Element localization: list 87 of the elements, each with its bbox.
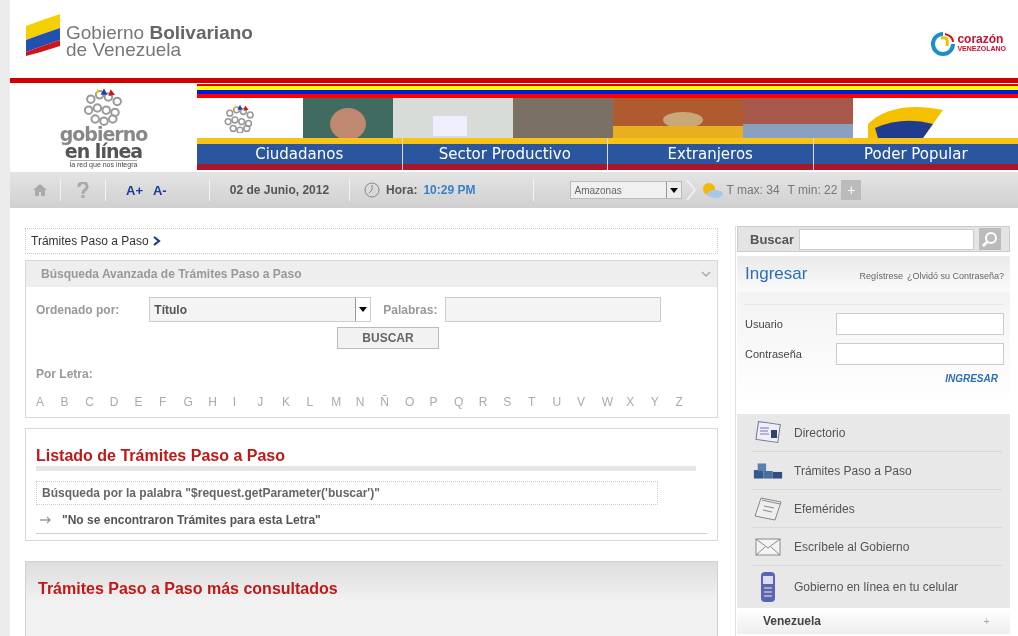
letter-link[interactable]: R — [478, 395, 504, 409]
section-title: Listado de Trámites Paso a Paso — [36, 447, 696, 471]
font-decrease-button[interactable]: A- — [151, 182, 169, 198]
letter-link[interactable]: E — [134, 395, 159, 409]
clock-icon — [364, 182, 381, 198]
letter-link[interactable]: D — [109, 395, 135, 409]
time-label: Hora: — [386, 183, 418, 197]
letter-link[interactable]: H — [208, 395, 233, 409]
menu-item[interactable]: Escríbele al Gobierno — [752, 528, 1002, 566]
letter-label: Por Letra: — [36, 367, 93, 381]
max-temperature: T max: 34 — [726, 183, 780, 197]
search-icon[interactable] — [979, 228, 1002, 250]
letter-link[interactable]: Ñ — [380, 395, 405, 409]
letter-link[interactable]: B — [60, 395, 86, 409]
letter-link[interactable]: I — [232, 395, 258, 409]
order-dropdown[interactable]: Título — [149, 297, 372, 322]
letter-link[interactable]: C — [85, 395, 110, 409]
letter-link[interactable]: F — [158, 395, 184, 409]
weather-icon — [700, 181, 725, 199]
arrow-icon — [40, 516, 52, 524]
letter-link[interactable]: V — [577, 395, 602, 409]
help-icon[interactable] — [77, 182, 89, 198]
letter-link[interactable]: G — [183, 395, 209, 409]
font-increase-button[interactable]: A+ — [124, 182, 145, 198]
partner-name: corazón — [957, 34, 1005, 44]
current-time: 10:29 PM — [423, 183, 476, 197]
nav-tab[interactable]: Sector Productivo — [402, 138, 608, 170]
menu-item[interactable]: Gobierno en línea en tu celular — [752, 566, 1002, 608]
nav-tab[interactable]: Ciudadanos — [197, 138, 403, 170]
expand-button[interactable]: + — [841, 180, 862, 200]
panel-title: Búsqueda Avanzada de Trámites Paso a Paso — [41, 267, 302, 281]
current-date: 02 de Junio, 2012 — [229, 183, 330, 197]
envelope-icon — [755, 537, 781, 556]
register-link[interactable]: Regístrese — [859, 271, 903, 281]
nav-tab[interactable]: Extranjeros — [608, 138, 814, 170]
login-title: Ingresar — [745, 264, 808, 284]
result-message: "No se encontraron Trámites para esta Letra" — [62, 513, 321, 527]
section-title: Trámites Paso a Paso más consultados — [38, 580, 338, 597]
words-field[interactable] — [445, 297, 662, 322]
order-label: Ordenado por: — [36, 302, 120, 317]
words-label: Palabras: — [383, 302, 438, 317]
home-icon[interactable] — [32, 183, 48, 197]
letter-link[interactable]: Q — [454, 395, 479, 409]
letter-link[interactable]: A — [36, 395, 61, 409]
government-brand: Gobierno Bolivariano de Venezuela — [66, 24, 253, 58]
chevron-down-icon[interactable] — [701, 270, 711, 278]
letter-link[interactable]: O — [404, 395, 430, 409]
breadcrumb[interactable]: Trámites Paso a Paso — [31, 234, 149, 248]
state-dropdown[interactable]: Amazonas — [570, 181, 683, 199]
search-button[interactable]: BUSCAR — [337, 327, 439, 349]
portal-logo-text: gobierno — [59, 125, 148, 143]
forgot-password-link[interactable]: ¿Olvidó su Contraseña? — [906, 271, 1004, 281]
caret-icon — [670, 187, 679, 193]
username-field[interactable] — [836, 313, 1004, 335]
letter-link[interactable]: X — [626, 395, 651, 409]
letter-link[interactable]: N — [355, 395, 381, 409]
cellphone-icon — [760, 571, 776, 603]
menu-item[interactable]: Efemérides — [752, 490, 1002, 528]
menu-item[interactable]: Trámites Paso a Paso — [752, 452, 1002, 490]
letter-link[interactable]: Y — [650, 395, 676, 409]
chevron-icon — [686, 179, 697, 201]
min-temperature: T min: 22 — [787, 183, 838, 197]
nav-tab[interactable]: Poder Popular — [813, 138, 1018, 170]
letter-link[interactable]: S — [503, 395, 528, 409]
letter-link[interactable]: L — [306, 395, 332, 409]
notepad-icon — [753, 495, 783, 522]
letter-link[interactable]: Z — [675, 395, 701, 409]
letter-link[interactable]: U — [552, 395, 578, 409]
letter-link[interactable]: J — [257, 395, 282, 409]
stacked-boxes-icon — [752, 460, 784, 481]
letter-link[interactable]: W — [601, 395, 627, 409]
flag-logo-icon — [24, 12, 62, 56]
search-label: Buscar — [750, 231, 795, 247]
password-field[interactable] — [836, 343, 1004, 365]
letter-link[interactable]: K — [281, 395, 307, 409]
letter-link[interactable]: P — [429, 395, 455, 409]
menu-item[interactable]: Directorio — [752, 414, 1002, 452]
username-label: Usuario — [745, 318, 783, 330]
card-icon — [755, 420, 781, 445]
search-query: Búsqueda por la palabra "$request.getParameter('buscar')" — [36, 481, 658, 505]
password-label: Contraseña — [745, 348, 802, 360]
letter-link[interactable]: T — [527, 395, 553, 409]
caret-icon — [359, 307, 368, 312]
letter-link[interactable]: M — [331, 395, 356, 409]
chevron-icon — [152, 236, 161, 246]
search-field[interactable] — [799, 228, 975, 250]
login-link[interactable]: INGRESAR — [945, 373, 998, 384]
